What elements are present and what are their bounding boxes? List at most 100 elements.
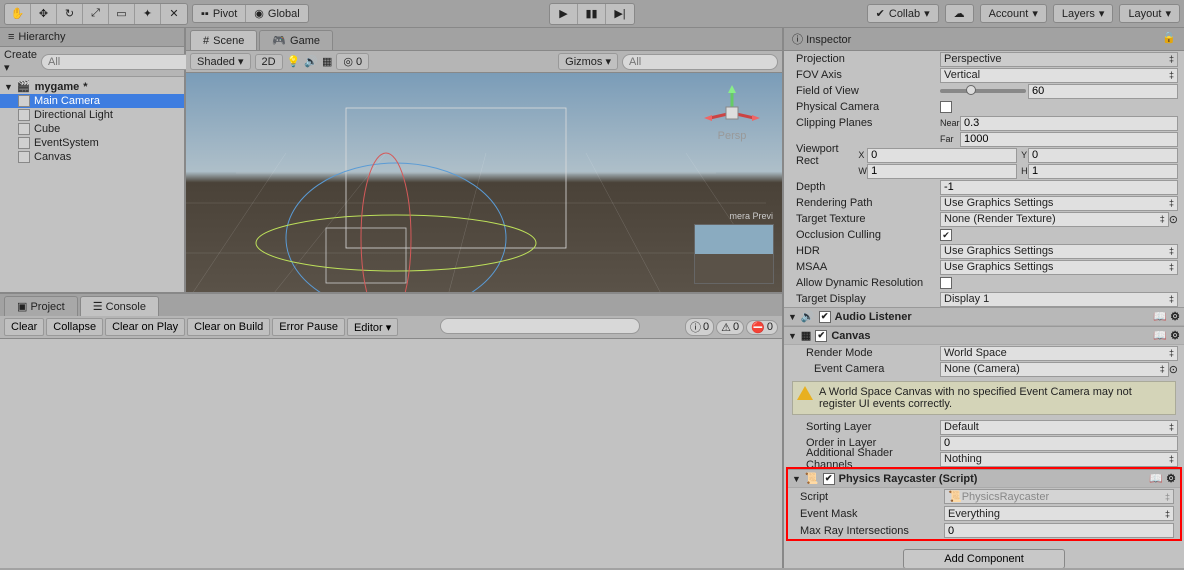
warn-count[interactable]: ⚠0 [716,320,744,335]
transform-tools: ✋ ✥ ↻ ⤢ ▭ ✦ ✕ [4,3,188,25]
hierarchy-item[interactable]: Canvas [0,150,184,164]
target-disp-dropdown[interactable]: Display 1 [940,292,1178,307]
dyn-res-label: Allow Dynamic Resolution [790,277,940,289]
rendering-dropdown[interactable]: Use Graphics Settings [940,196,1178,211]
highlighted-component: ▼📜✔Physics Raycaster (Script)📖 ⚙ Script📜… [786,467,1182,541]
hdr-label: HDR [790,245,940,257]
hierarchy-item[interactable]: EventSystem [0,136,184,150]
mode-2d[interactable]: 2D [255,54,283,70]
move-tool[interactable]: ✥ [31,4,57,24]
picker-icon[interactable]: ⊙ [1169,213,1178,226]
rotate-tool[interactable]: ↻ [57,4,83,24]
fx-icon[interactable]: ▦ [322,55,332,68]
hierarchy-list: ▼🎬 mygame* Main Camera Directional Light… [0,77,184,292]
hierarchy-item[interactable]: Directional Light [0,108,184,122]
lock-icon[interactable]: 🔒 [1162,31,1176,47]
play-controls: ▶ ▮▮ ▶| [549,3,635,25]
script-label: Script [794,491,944,503]
depth-input[interactable] [940,180,1178,195]
hierarchy-tab[interactable]: ≡ Hierarchy [0,28,184,47]
shading-dropdown[interactable]: Shaded ▾ [190,53,251,70]
near-input[interactable] [960,116,1178,131]
hierarchy-item[interactable]: Cube [0,122,184,136]
console-search[interactable] [440,318,640,334]
hierarchy-search[interactable] [41,54,197,70]
scene-viewport[interactable]: Persp mera Pr [186,73,782,292]
account-dropdown[interactable]: Account ▾ [980,4,1047,23]
target-tex-field[interactable]: None (Render Texture) [940,212,1169,227]
hdr-dropdown[interactable]: Use Graphics Settings [940,244,1178,259]
fov-slider[interactable] [940,89,1026,93]
console-panel: ▣ Project ☰ Console Clear Collapse Clear… [0,292,782,568]
shader-ch-dropdown[interactable]: Nothing [940,452,1178,467]
fov-label: Field of View [790,85,940,97]
transform-tool[interactable]: ✦ [135,4,161,24]
audio-listener-header[interactable]: ▼🔊✔Audio Listener📖 ⚙ [784,307,1184,326]
scale-tool[interactable]: ⤢ [83,4,109,24]
game-tab[interactable]: 🎮 Game [259,30,333,50]
rendering-label: Rendering Path [790,197,940,209]
error-count[interactable]: ⛔0 [746,320,778,335]
light-icon[interactable]: 💡 [287,55,301,68]
sorting-dropdown[interactable]: Default [940,420,1178,435]
event-cam-field[interactable]: None (Camera) [940,362,1169,377]
global-button[interactable]: ◉ Global [246,5,307,22]
inspector-tab[interactable]: ⓘ Inspector [792,31,851,47]
layers-dropdown[interactable]: Layers ▾ [1053,4,1114,23]
collapse-button[interactable]: Collapse [46,318,103,336]
order-input[interactable] [940,436,1178,451]
fov-input[interactable] [1028,84,1178,99]
event-mask-dropdown[interactable]: Everything [944,506,1174,521]
gizmos-dropdown[interactable]: Gizmos ▾ [558,53,618,70]
fov-axis-dropdown[interactable]: Vertical [940,68,1178,83]
play-button[interactable]: ▶ [550,4,578,24]
console-tab[interactable]: ☰ Console [80,296,159,316]
event-mask-label: Event Mask [794,508,944,520]
dyn-res-checkbox[interactable] [940,277,952,289]
scene-tab[interactable]: # Scene [190,30,257,50]
add-component-button[interactable]: Add Component [903,549,1065,568]
project-tab[interactable]: ▣ Project [4,296,78,316]
pivot-button[interactable]: ▪▪ Pivot [193,5,246,22]
step-button[interactable]: ▶| [606,4,634,24]
editor-dropdown[interactable]: Editor ▾ [347,318,398,336]
clear-button[interactable]: Clear [4,318,44,336]
script-field: 📜PhysicsRaycaster [944,489,1174,504]
cloud-button[interactable]: ☁ [945,4,974,23]
phys-cam-checkbox[interactable] [940,101,952,113]
canvas-header[interactable]: ▼▦✔Canvas📖 ⚙ [784,326,1184,345]
fx-dropdown[interactable]: ◎ 0 [336,53,369,70]
msaa-dropdown[interactable]: Use Graphics Settings [940,260,1178,275]
projection-dropdown[interactable]: Perspective [940,52,1178,67]
render-mode-dropdown[interactable]: World Space [940,346,1178,361]
x-input[interactable] [867,148,1017,163]
layout-dropdown[interactable]: Layout ▾ [1119,4,1180,23]
custom-tool[interactable]: ✕ [161,4,187,24]
w-input[interactable] [867,164,1017,179]
warning-icon [797,386,813,400]
hand-tool[interactable]: ✋ [5,4,31,24]
pause-button[interactable]: ▮▮ [578,4,606,24]
audio-icon[interactable]: 🔊 [304,55,318,68]
hierarchy-panel: ≡ Hierarchy Create ▾ ▼🎬 mygame* Main Cam… [0,28,186,292]
info-count[interactable]: ⓘ0 [685,318,714,336]
occlusion-checkbox[interactable]: ✔ [940,229,952,241]
far-input[interactable] [960,132,1178,147]
hierarchy-item[interactable]: Main Camera [0,94,184,108]
max-ray-input[interactable] [944,523,1174,538]
projection-label: Projection [790,53,940,65]
h-input[interactable] [1028,164,1178,179]
error-pause-button[interactable]: Error Pause [272,318,345,336]
picker-icon[interactable]: ⊙ [1169,363,1178,376]
collab-dropdown[interactable]: ✔ Collab ▾ [867,4,939,23]
physics-raycaster-header[interactable]: ▼📜✔Physics Raycaster (Script)📖 ⚙ [788,469,1180,488]
create-dropdown[interactable]: Create ▾ [4,49,37,74]
clear-play-button[interactable]: Clear on Play [105,318,185,336]
scene-root[interactable]: ▼🎬 mygame* [0,79,184,94]
fov-axis-label: FOV Axis [790,69,940,81]
scene-search[interactable] [622,54,778,70]
y-input[interactable] [1028,148,1178,163]
clear-build-button[interactable]: Clear on Build [187,318,270,336]
rect-tool[interactable]: ▭ [109,4,135,24]
inspector-panel: ⓘ Inspector 🔒 ProjectionPerspective FOV A… [782,28,1184,568]
